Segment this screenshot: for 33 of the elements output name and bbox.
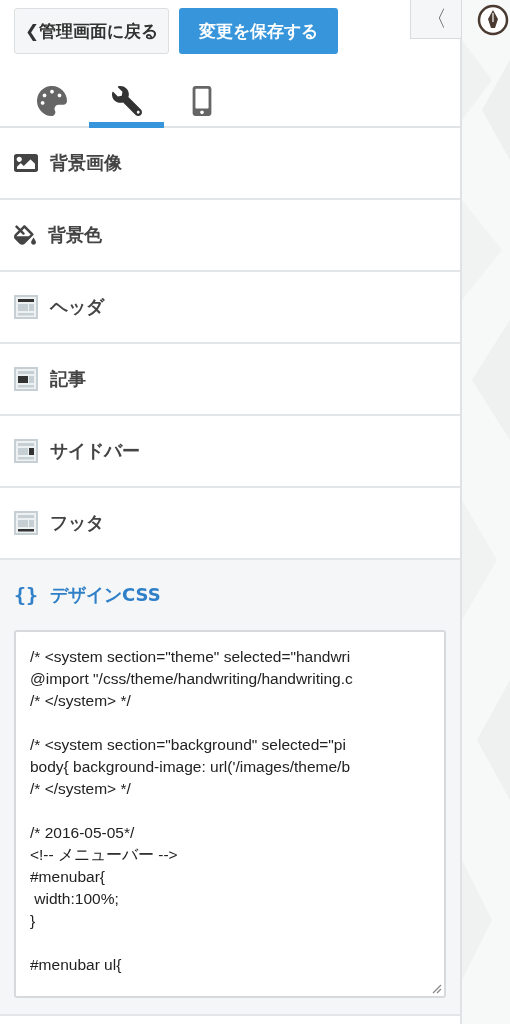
code-line: /* <system section="background" selected="pi bbox=[30, 735, 346, 755]
menu-item[interactable]: 背景色 bbox=[0, 200, 460, 270]
wrench-icon bbox=[111, 86, 142, 116]
menu-item[interactable]: {} デザインCSS bbox=[0, 560, 460, 630]
css-editor[interactable] bbox=[14, 630, 446, 998]
braces-icon: {} bbox=[14, 583, 38, 607]
menu-item[interactable]: ヘッダ bbox=[0, 272, 460, 342]
resize-grip-icon[interactable] bbox=[430, 982, 442, 994]
code-line: @import "/css/theme/handwriting/handwriting.c bbox=[30, 669, 353, 689]
code-line: #menubar{ bbox=[30, 867, 105, 887]
code-line: /* 2016-05-05*/ bbox=[30, 823, 135, 843]
code-line: #menubar ul{ bbox=[30, 955, 122, 975]
layout-icon bbox=[14, 367, 38, 391]
code-line: width:100%; bbox=[33, 889, 119, 909]
code-line: <!-- メニューバー --> bbox=[30, 845, 178, 865]
menu-item[interactable]: 記事 bbox=[0, 344, 460, 414]
menu-item[interactable]: サイドバー bbox=[0, 416, 460, 486]
layout-icon bbox=[14, 511, 38, 535]
menu-item[interactable]: フッタ bbox=[0, 488, 460, 558]
code-line: /* <system section="theme" selected="handwri bbox=[30, 647, 351, 667]
layout-icon bbox=[14, 295, 38, 319]
code-line: /* </system> */ bbox=[30, 691, 131, 711]
menu-item[interactable]: 背景画像 bbox=[0, 128, 460, 198]
back-button[interactable]: ❮管理画面に戻る bbox=[14, 8, 170, 54]
palette-icon bbox=[36, 86, 67, 116]
collapse-button[interactable]: 〈 bbox=[410, 0, 462, 39]
image-icon bbox=[14, 151, 38, 175]
code-line: body{ background-image: url('/images/theme/b bbox=[30, 757, 351, 777]
layout-icon bbox=[14, 439, 38, 463]
code-line: } bbox=[30, 911, 36, 931]
paint-bucket-icon bbox=[14, 224, 36, 246]
code-line: /* </system> */ bbox=[30, 779, 131, 799]
pen-nib-icon bbox=[477, 4, 509, 36]
